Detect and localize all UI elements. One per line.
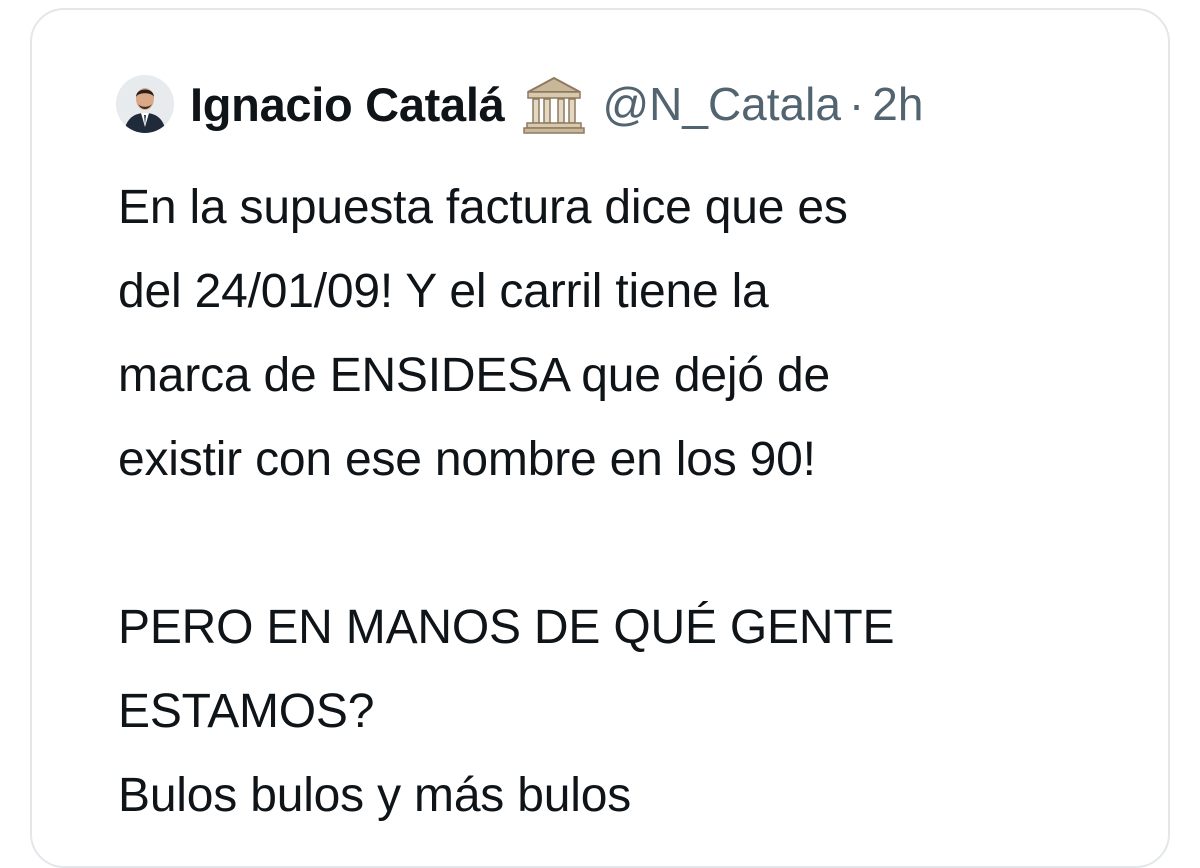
- tweet-text-line: En la supuesta factura dice que es: [118, 181, 848, 234]
- tweet-text-line: del 24/01/09! Y el carril tiene la: [118, 265, 769, 318]
- author-display-name[interactable]: Ignacio Catalá: [190, 77, 505, 132]
- tweet-text-line: PERO EN MANOS DE QUÉ GENTE: [118, 601, 895, 654]
- tweet-header: Ignacio Catalá @N_Catala · 2h: [116, 68, 923, 140]
- tweet-text: En la supuesta factura dice que es del 2…: [118, 166, 1178, 838]
- tweet-text-line: ESTAMOS?: [118, 685, 375, 738]
- paragraph-break: [118, 502, 1178, 586]
- avatar[interactable]: [116, 75, 174, 133]
- classical-building-icon: [522, 72, 586, 136]
- author-handle[interactable]: @N_Catala: [602, 77, 840, 131]
- separator-dot: ·: [848, 78, 865, 130]
- tweet-text-line: Bulos bulos y más bulos: [118, 769, 631, 822]
- tweet-card[interactable]: Ignacio Catalá @N_Catala · 2h En la supu…: [30, 8, 1170, 868]
- tweet-timestamp[interactable]: 2h: [872, 77, 923, 131]
- tweet-text-line: marca de ENSIDESA que dejó de: [118, 349, 830, 402]
- tweet-text-line: existir con ese nombre en los 90!: [118, 433, 816, 486]
